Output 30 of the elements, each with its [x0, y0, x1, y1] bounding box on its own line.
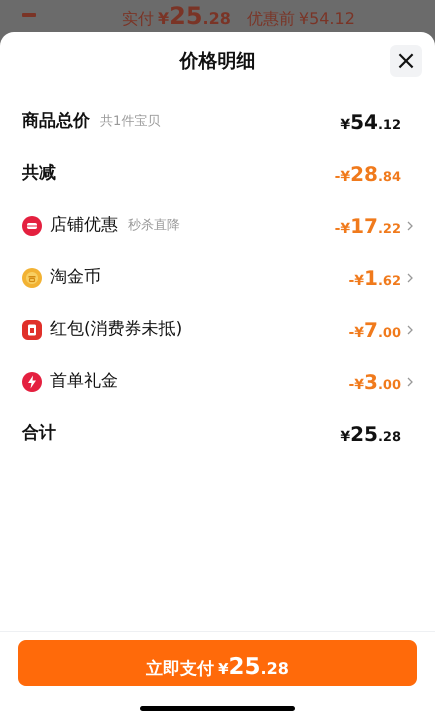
row-amount: -¥1.62 [348, 265, 401, 292]
row-label: 共减 [22, 162, 56, 186]
row-amount: -¥17.22 [334, 213, 401, 240]
chevron-icon[interactable] [407, 325, 413, 335]
row-label: 淘金币 [50, 266, 101, 290]
row-label: 红包(消费券未抵) [50, 318, 182, 342]
close-button[interactable]: × [390, 45, 422, 77]
chevron-icon[interactable] [407, 273, 413, 283]
row-label: 店铺优惠 [50, 214, 118, 238]
original-label: 优惠前 [246, 8, 295, 30]
chevron-icon[interactable] [407, 221, 413, 231]
shop-coupon-icon [22, 216, 42, 236]
lightning-icon [22, 372, 42, 392]
coin-icon [22, 268, 42, 288]
row-amount: -¥28.84 [334, 161, 401, 188]
envelope-icon [22, 320, 42, 340]
original-price: ¥54.12 [298, 8, 355, 30]
row-amount: ¥54.12 [340, 109, 401, 136]
row-note: 共1件宝贝 [100, 113, 160, 132]
row-label: 合计 [22, 422, 56, 446]
row-label: 首单礼金 [50, 370, 118, 394]
paid-label: 实付 [122, 8, 154, 30]
row-amount: ¥25.28 [340, 421, 401, 448]
row-amount: -¥3.00 [348, 369, 401, 396]
row-label: 商品总价 [22, 110, 90, 134]
paid-amount: ¥25.28 [158, 2, 231, 31]
sheet-title: 价格明细 [180, 48, 256, 74]
row-note: 秒杀直降 [128, 217, 180, 236]
chevron-icon[interactable] [407, 377, 413, 387]
row-amount: -¥7.00 [348, 317, 401, 344]
